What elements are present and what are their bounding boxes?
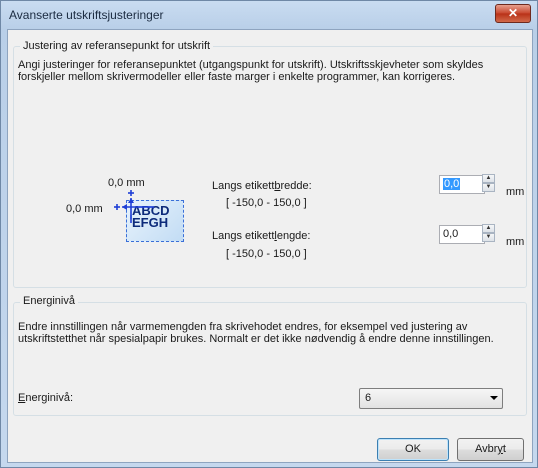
length-down-icon[interactable]: ▼ [482,233,495,242]
title-bar[interactable]: Avanserte utskriftsjusteringer ✕ [1,1,537,29]
close-icon: ✕ [507,6,519,20]
width-range: [ -150,0 - 150,0 ] [226,197,307,209]
energy-description: Endre innstillingen når varmemengden fra… [18,321,494,345]
chevron-down-icon[interactable] [490,396,498,400]
length-label: Langs etikettlengde: [212,230,311,242]
offset-arrows-icon [114,190,154,223]
energy-group: Energinivå Endre innstillingen når varme… [13,295,527,416]
ok-button[interactable]: OK [377,438,449,461]
energy-label: Energinivå: [18,392,74,404]
reference-group: Justering av referansepunkt for utskrift… [13,40,527,288]
reference-legend: Justering av referansepunkt for utskrift [20,40,214,52]
width-down-icon[interactable]: ▼ [482,183,495,192]
length-unit: mm [506,236,525,248]
dialog-window: Avanserte utskriftsjusteringer ✕ Justeri… [0,0,538,468]
length-input[interactable]: 0,0 [439,225,485,244]
width-unit: mm [506,186,525,198]
length-range: [ -150,0 - 150,0 ] [226,248,307,260]
cancel-button[interactable]: Avbryt [457,438,524,461]
width-up-icon[interactable]: ▲ [482,174,495,183]
energy-legend: Energinivå [20,295,78,307]
energy-value: 6 [365,392,372,404]
width-input[interactable]: 0,0 [439,175,485,194]
window-title: Avanserte utskriftsjusteringer [9,8,164,22]
energy-select[interactable]: 6 [359,388,503,409]
reference-diagram: 0,0 mm 0,0 mm ABCD EFGH [66,177,216,257]
close-button[interactable]: ✕ [495,4,531,23]
dialog-body: Justering av referansepunkt for utskrift… [7,29,533,463]
length-up-icon[interactable]: ▲ [482,224,495,233]
reference-description: Angi justeringer for referansepunktet (u… [18,59,484,83]
width-spinner[interactable]: ▲ ▼ [482,174,495,193]
length-spinner[interactable]: ▲ ▼ [482,224,495,243]
width-label: Langs etikettbredde: [212,180,312,192]
